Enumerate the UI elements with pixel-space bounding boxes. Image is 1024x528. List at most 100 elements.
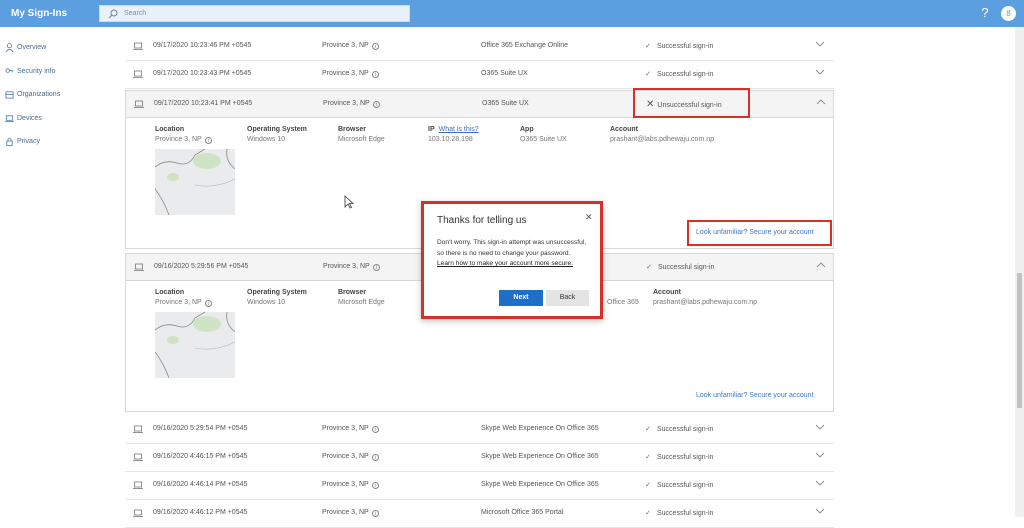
sign-in-status: ✓ Successful sign-in bbox=[645, 454, 714, 461]
location-label: Location bbox=[155, 289, 185, 296]
sign-in-row[interactable]: 09/16/2020 5:29:54 PM +0545 Province 3, … bbox=[125, 416, 834, 444]
sign-in-row[interactable]: 09/17/2020 10:23:46 PM +0545 Province 3,… bbox=[125, 33, 834, 61]
next-button[interactable]: Next bbox=[499, 290, 543, 306]
highlight-box bbox=[633, 88, 750, 118]
sidebar-item-label: Devices bbox=[17, 115, 42, 122]
info-icon[interactable]: i bbox=[372, 101, 380, 108]
scrollbar[interactable] bbox=[1015, 27, 1024, 517]
laptop-icon bbox=[133, 453, 143, 461]
laptop-icon bbox=[134, 263, 144, 271]
chevron-up-icon[interactable] bbox=[816, 98, 826, 106]
sidebar: Overview Security info Organizations Dev… bbox=[0, 27, 110, 517]
sidebar-item-label: Overview bbox=[17, 44, 47, 51]
chevron-down-icon[interactable] bbox=[815, 423, 825, 431]
sign-in-row[interactable]: 09/17/2020 10:23:43 PM +0545 Province 3,… bbox=[125, 61, 834, 89]
sign-in-status: ✓ Successful sign-in bbox=[645, 43, 714, 50]
search-box[interactable]: Search bbox=[99, 5, 410, 22]
account-value: prashant@labs.pdhewaju.com.np bbox=[610, 136, 715, 143]
os-value: Windows 10 bbox=[247, 136, 286, 143]
sign-in-app: Microsoft Office 365 Portal bbox=[481, 509, 564, 516]
sign-in-status: ✓ Successful sign-in bbox=[645, 71, 714, 78]
sign-in-date: 09/16/2020 4:46:14 PM +0545 bbox=[153, 481, 248, 488]
sign-in-date: 09/16/2020 4:46:12 PM +0545 bbox=[153, 509, 248, 516]
os-label: Operating System bbox=[247, 289, 307, 296]
info-icon[interactable]: i bbox=[204, 137, 212, 144]
sidebar-item-label: Security info bbox=[17, 68, 56, 75]
sign-in-app: Skype Web Experience On Office 365 bbox=[481, 453, 599, 460]
sign-in-location: Province 3, NP i bbox=[322, 481, 379, 489]
chevron-down-icon[interactable] bbox=[815, 479, 825, 487]
account-label: Account bbox=[653, 289, 681, 296]
lock-icon bbox=[6, 137, 13, 146]
scrollbar-thumb[interactable] bbox=[1017, 273, 1022, 408]
ip-value: 103.10.28.198 bbox=[428, 136, 473, 143]
sign-in-status: ✓ Successful sign-in bbox=[645, 510, 714, 517]
sign-in-location: Province 3, NP i bbox=[322, 42, 379, 50]
laptop-icon bbox=[133, 481, 143, 489]
chevron-down-icon[interactable] bbox=[815, 507, 825, 515]
sign-in-date: 09/17/2020 10:23:43 PM +0545 bbox=[153, 70, 252, 77]
sidebar-item-label: Privacy bbox=[17, 138, 40, 145]
sign-in-date: 09/16/2020 4:46:15 PM +0545 bbox=[153, 453, 248, 460]
os-value: Windows 10 bbox=[247, 299, 286, 306]
location-label: Location bbox=[155, 126, 185, 133]
highlight-box bbox=[687, 220, 832, 246]
sign-in-location: Province 3, NP i bbox=[322, 425, 379, 433]
sign-in-status: ✓ Successful sign-in bbox=[645, 426, 714, 433]
search-icon bbox=[108, 9, 118, 19]
sign-in-app: Office 365 Exchange Online bbox=[481, 42, 569, 49]
info-icon[interactable]: i bbox=[371, 510, 379, 517]
checkmark-icon: ✓ bbox=[645, 482, 651, 489]
chevron-up-icon[interactable] bbox=[816, 261, 826, 269]
chevron-down-icon[interactable] bbox=[815, 40, 825, 48]
info-icon[interactable]: i bbox=[372, 264, 380, 271]
checkmark-icon: ✓ bbox=[645, 510, 651, 517]
account-label: Account bbox=[610, 126, 638, 133]
close-icon[interactable]: ✕ bbox=[585, 212, 593, 223]
sign-in-app: O365 Suite UX bbox=[481, 70, 528, 77]
mouse-cursor-icon bbox=[344, 195, 354, 209]
app-value: O365 Suite UX bbox=[520, 136, 567, 143]
sign-in-row[interactable]: 09/16/2020 4:46:15 PM +0545 Province 3, … bbox=[125, 444, 834, 472]
organization-icon bbox=[5, 91, 14, 99]
location-value: Province 3, NP i bbox=[155, 136, 212, 144]
sign-in-date: 09/16/2020 5:29:56 PM +0545 bbox=[154, 263, 249, 270]
sign-in-location: Province 3, NP i bbox=[323, 100, 380, 108]
info-icon[interactable]: i bbox=[371, 71, 379, 78]
sign-in-date: 09/16/2020 5:29:54 PM +0545 bbox=[153, 425, 248, 432]
sign-in-row[interactable]: 09/16/2020 4:46:12 PM +0545 Province 3, … bbox=[125, 500, 834, 528]
location-map[interactable] bbox=[155, 312, 235, 378]
sign-in-date: 09/17/2020 10:23:41 PM +0545 bbox=[154, 100, 253, 107]
back-button[interactable]: Back bbox=[546, 290, 589, 306]
secure-account-link[interactable]: Look unfamiliar? Secure your account bbox=[696, 392, 814, 399]
browser-value: Microsoft Edge bbox=[338, 136, 385, 143]
info-icon[interactable]: i bbox=[371, 43, 379, 50]
info-icon[interactable]: i bbox=[204, 300, 212, 307]
dialog-title: Thanks for telling us bbox=[437, 215, 527, 226]
app-title[interactable]: My Sign-Ins bbox=[11, 8, 67, 19]
help-icon[interactable]: ? bbox=[978, 5, 992, 21]
checkmark-icon: ✓ bbox=[645, 454, 651, 461]
sign-in-date: 09/17/2020 10:23:46 PM +0545 bbox=[153, 42, 252, 49]
checkmark-icon: ✓ bbox=[645, 71, 651, 78]
search-placeholder: Search bbox=[124, 10, 147, 17]
laptop-icon bbox=[133, 42, 143, 50]
sign-in-location: Province 3, NP i bbox=[322, 70, 379, 78]
ip-help-link[interactable]: What is this? bbox=[439, 126, 479, 133]
avatar[interactable]: 8 bbox=[1001, 6, 1016, 21]
sign-in-location: Province 3, NP i bbox=[322, 453, 379, 461]
sign-in-status: ✓ Successful sign-in bbox=[646, 264, 715, 271]
info-icon[interactable]: i bbox=[371, 482, 379, 489]
key-icon bbox=[5, 68, 14, 73]
learn-more-link[interactable]: Learn how to make your account more secu… bbox=[437, 260, 573, 267]
chevron-down-icon[interactable] bbox=[815, 451, 825, 459]
location-map[interactable] bbox=[155, 149, 235, 215]
browser-value: Microsoft Edge bbox=[338, 299, 385, 306]
info-icon[interactable]: i bbox=[371, 426, 379, 433]
feedback-dialog: Thanks for telling us ✕ Don't worry. Thi… bbox=[421, 201, 603, 319]
chevron-down-icon[interactable] bbox=[815, 68, 825, 76]
sign-in-app: O365 Suite UX bbox=[482, 100, 529, 107]
sign-in-row[interactable]: 09/16/2020 4:46:14 PM +0545 Province 3, … bbox=[125, 472, 834, 500]
info-icon[interactable]: i bbox=[371, 454, 379, 461]
app-value: Office 365 bbox=[607, 299, 639, 306]
